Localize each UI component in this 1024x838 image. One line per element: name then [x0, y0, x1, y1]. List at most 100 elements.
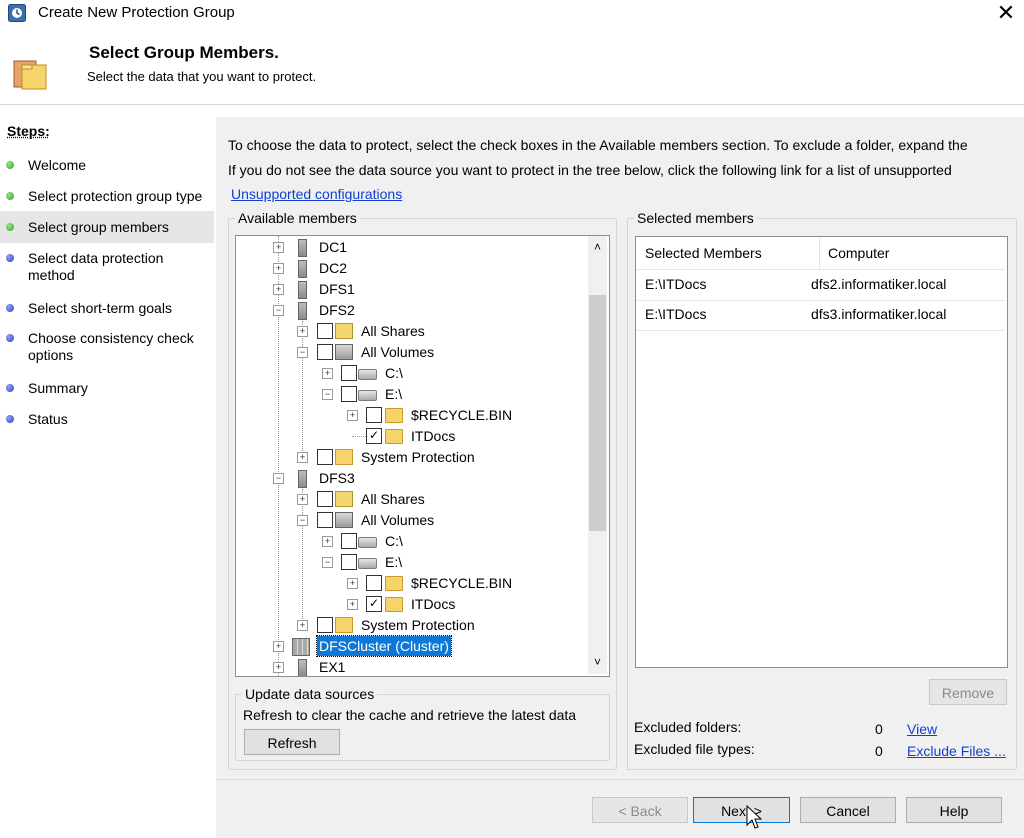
- expand-icon[interactable]: +: [322, 536, 333, 547]
- checkbox[interactable]: [366, 407, 382, 423]
- tree-node-recycle-bin[interactable]: + $RECYCLE.BIN: [236, 573, 576, 593]
- table-row[interactable]: E:\ITDocs dfs2.informatiker.local: [636, 270, 1005, 301]
- step-label: Select short-term goals: [28, 300, 172, 316]
- tree-node-recycle-bin[interactable]: + $RECYCLE.BIN: [236, 405, 576, 425]
- expand-icon[interactable]: +: [297, 452, 308, 463]
- collapse-icon[interactable]: −: [322, 557, 333, 568]
- drive-icon: [358, 537, 377, 548]
- refresh-button[interactable]: Refresh: [244, 729, 340, 755]
- tree-node-dfs3[interactable]: − DFS3: [236, 468, 576, 488]
- checkbox-checked[interactable]: ✓: [366, 428, 382, 444]
- expand-icon[interactable]: +: [297, 494, 308, 505]
- checkbox[interactable]: [317, 449, 333, 465]
- expand-icon[interactable]: +: [273, 641, 284, 652]
- scroll-thumb[interactable]: [589, 295, 606, 531]
- member-cell: E:\ITDocs: [645, 276, 707, 292]
- step-label: Welcome: [28, 157, 87, 173]
- tree-connector: [352, 436, 366, 437]
- checkbox[interactable]: [341, 554, 357, 570]
- tree-node-system-protection[interactable]: + System Protection: [236, 447, 576, 467]
- expand-icon[interactable]: +: [273, 284, 284, 295]
- collapse-icon[interactable]: −: [273, 473, 284, 484]
- expand-icon[interactable]: +: [322, 368, 333, 379]
- tree-node-all-shares[interactable]: + All Shares: [236, 489, 576, 509]
- column-header-computer[interactable]: Computer: [820, 237, 1005, 269]
- available-members-legend: Available members: [238, 210, 357, 226]
- tree-node-dfs1[interactable]: + DFS1: [236, 279, 576, 299]
- system-protection-icon: [335, 617, 353, 633]
- tree-node-dfs2[interactable]: − DFS2: [236, 300, 576, 320]
- server-icon: [298, 260, 307, 278]
- tree-node-label: DC2: [319, 260, 348, 276]
- checkbox-checked[interactable]: ✓: [366, 596, 382, 612]
- cancel-button[interactable]: Cancel: [800, 797, 896, 823]
- step-label: Summary: [28, 380, 88, 396]
- checkbox[interactable]: [366, 575, 382, 591]
- expand-icon[interactable]: +: [273, 263, 284, 274]
- remove-button[interactable]: Remove: [929, 679, 1007, 705]
- checkbox[interactable]: [341, 533, 357, 549]
- collapse-icon[interactable]: −: [273, 305, 284, 316]
- tree-node-e-drive[interactable]: − E:\: [236, 552, 576, 572]
- view-excluded-folders-link[interactable]: View: [907, 721, 937, 737]
- tree-node-c-drive[interactable]: + C:\: [236, 531, 576, 551]
- tree-node-dc2[interactable]: + DC2: [236, 258, 576, 278]
- expand-icon[interactable]: +: [273, 242, 284, 253]
- expand-icon[interactable]: +: [297, 620, 308, 631]
- tree-node-dc1[interactable]: + DC1: [236, 237, 576, 257]
- checkbox[interactable]: [317, 491, 333, 507]
- exclude-files-link[interactable]: Exclude Files ...: [907, 743, 1006, 759]
- tree-node-dfscluster[interactable]: + DFSCluster (Cluster): [236, 635, 576, 657]
- tree-node-label: System Protection: [361, 449, 475, 465]
- tree-node-all-shares[interactable]: + All Shares: [236, 321, 576, 341]
- checkbox[interactable]: [317, 512, 333, 528]
- help-button[interactable]: Help: [906, 797, 1002, 823]
- header-divider: [0, 104, 1024, 105]
- tree-node-itdocs[interactable]: ✓ ITDocs: [236, 426, 576, 446]
- tree-node-itdocs[interactable]: + ✓ ITDocs: [236, 594, 576, 614]
- tree-node-all-volumes[interactable]: − All Volumes: [236, 510, 576, 530]
- column-header-selected-members[interactable]: Selected Members: [636, 237, 820, 269]
- close-icon[interactable]: ✕: [994, 0, 1018, 26]
- collapse-icon[interactable]: −: [297, 347, 308, 358]
- checkbox[interactable]: [317, 323, 333, 339]
- expand-icon[interactable]: +: [297, 326, 308, 337]
- checkbox[interactable]: [341, 386, 357, 402]
- tree-node-label: E:\: [385, 554, 403, 570]
- update-data-sources-legend: Update data sources: [245, 686, 375, 702]
- window-title: Create New Protection Group: [38, 4, 235, 21]
- step-done-icon: [6, 161, 14, 169]
- tree-node-label: C:\: [385, 533, 403, 549]
- expand-icon[interactable]: +: [347, 578, 358, 589]
- next-button[interactable]: Next >: [693, 797, 790, 823]
- tree-node-c-drive[interactable]: + C:\: [236, 363, 576, 383]
- step-pending-icon: [6, 384, 14, 392]
- tree-node-system-protection[interactable]: + System Protection: [236, 615, 576, 635]
- tree-node-all-volumes[interactable]: − All Volumes: [236, 342, 576, 362]
- expand-icon[interactable]: +: [347, 599, 358, 610]
- checkbox[interactable]: [317, 617, 333, 633]
- available-members-tree[interactable]: + DC1 + DC2 + DFS1 − DFS2 + All Shares −…: [235, 235, 610, 677]
- tree-node-e-drive[interactable]: − E:\: [236, 384, 576, 404]
- scroll-up-icon[interactable]: ˄: [588, 237, 607, 257]
- unsupported-configurations-link[interactable]: Unsupported configurations: [231, 186, 402, 202]
- app-icon: [8, 4, 26, 22]
- table-row[interactable]: E:\ITDocs dfs3.informatiker.local: [636, 300, 1005, 331]
- footer-divider: [216, 779, 1024, 780]
- checkbox[interactable]: [341, 365, 357, 381]
- expand-icon[interactable]: +: [273, 662, 284, 673]
- tree-node-label: EX1: [319, 659, 346, 675]
- tree-node-label-selected: DFSCluster (Cluster): [316, 635, 452, 657]
- tree-node-label: All Shares: [361, 491, 425, 507]
- collapse-icon[interactable]: −: [322, 389, 333, 400]
- collapse-icon[interactable]: −: [297, 515, 308, 526]
- expand-icon[interactable]: +: [347, 410, 358, 421]
- excluded-file-types-count: 0: [875, 743, 883, 759]
- tree-node-ex1[interactable]: + EX1: [236, 657, 576, 676]
- back-button[interactable]: < Back: [592, 797, 688, 823]
- server-icon: [298, 302, 307, 320]
- excluded-folders-label: Excluded folders:: [634, 719, 742, 735]
- scroll-down-icon[interactable]: ˅: [588, 652, 607, 672]
- checkbox[interactable]: [317, 344, 333, 360]
- step-label: Select group members: [28, 219, 169, 235]
